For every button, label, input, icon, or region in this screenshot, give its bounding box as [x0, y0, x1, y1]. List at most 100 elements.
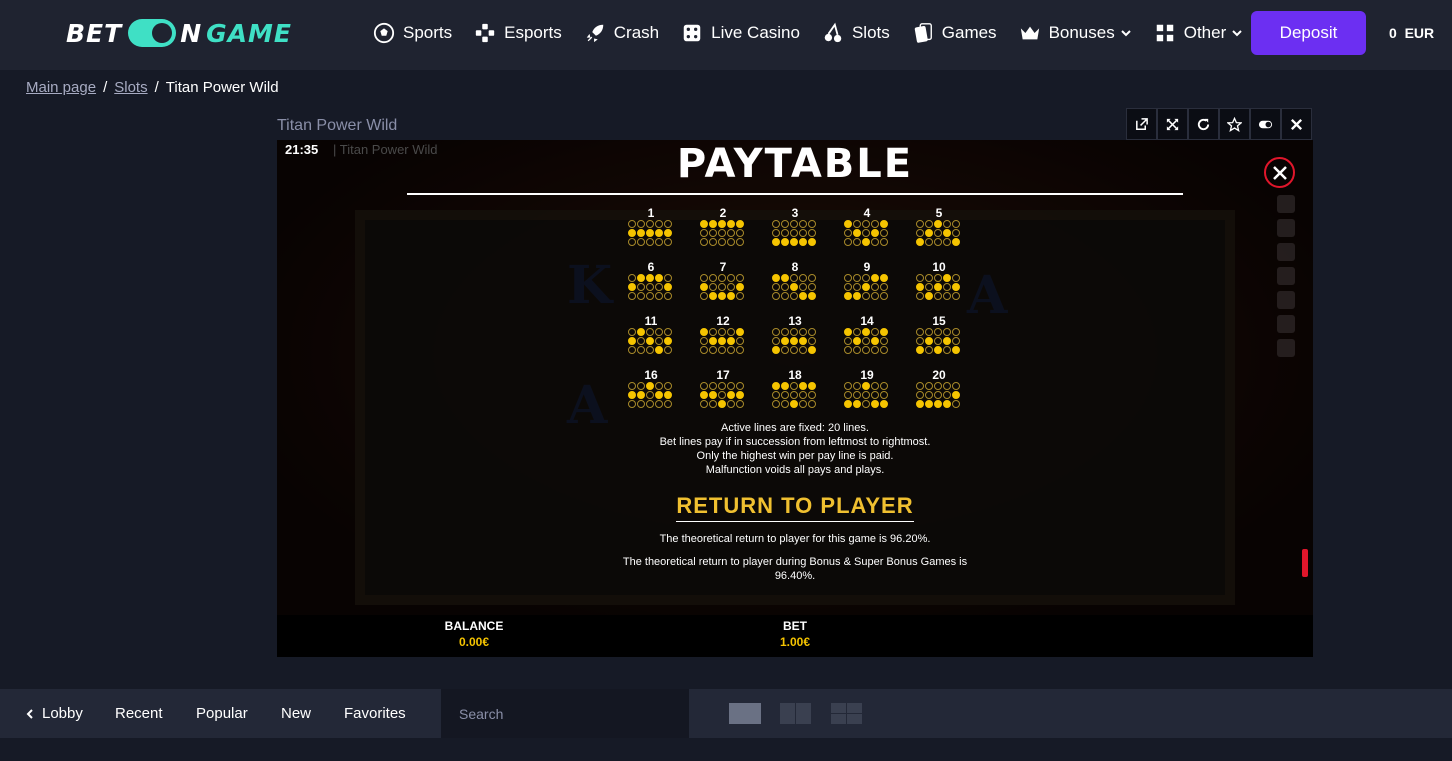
payline-dot: [772, 346, 780, 354]
payline-dot: [916, 382, 924, 390]
payline-dot: [871, 292, 879, 300]
payline-dot: [934, 283, 942, 291]
payline-19: 19: [842, 368, 892, 412]
payline-dot: [655, 220, 663, 228]
payline-dot: [781, 337, 789, 345]
payline-7: 7: [698, 260, 748, 304]
close-paytable-button[interactable]: [1264, 157, 1295, 188]
payline-dot: [880, 346, 888, 354]
payline-dot: [700, 220, 708, 228]
game-side-icon[interactable]: [1277, 219, 1295, 237]
nav-esports[interactable]: Esports: [474, 22, 562, 44]
logo-text-game: GAME: [206, 18, 292, 48]
nav-other[interactable]: Other: [1154, 22, 1244, 44]
payline-dot: [736, 382, 744, 390]
payline-dot: [871, 346, 879, 354]
payline-dot: [925, 346, 933, 354]
payline-dot: [853, 346, 861, 354]
payline-dot: [664, 382, 672, 390]
info-line: Only the highest win per pay line is pai…: [696, 450, 894, 462]
payline-dot: [736, 292, 744, 300]
payline-dot: [916, 229, 924, 237]
payline-13: 13: [770, 314, 820, 358]
reload-button[interactable]: [1188, 108, 1219, 140]
brand-logo[interactable]: BET N GAME: [66, 18, 292, 48]
rtp-bonus-text: The theoretical return to player during …: [622, 556, 968, 582]
payline-dot: [727, 274, 735, 282]
scroll-indicator[interactable]: [1302, 549, 1308, 577]
payline-dot: [727, 391, 735, 399]
game-side-icon[interactable]: [1277, 195, 1295, 213]
tab-popular[interactable]: Popular: [196, 705, 248, 722]
layout-cell: [796, 703, 811, 724]
light-toggle-button[interactable]: [1250, 108, 1281, 140]
payline-number: 5: [935, 206, 943, 220]
game-side-icon[interactable]: [1277, 243, 1295, 261]
nav-sports[interactable]: Sports: [373, 22, 452, 44]
nav-slots[interactable]: Slots: [822, 22, 890, 44]
close-game-button[interactable]: [1281, 108, 1312, 140]
nav-label: Sports: [403, 23, 453, 42]
payline-dot: [637, 274, 645, 282]
nav-games[interactable]: Games: [912, 22, 997, 44]
nav-crash[interactable]: Crash: [584, 22, 659, 44]
tab-favorites[interactable]: Favorites: [344, 705, 406, 722]
open-new-window-button[interactable]: [1126, 108, 1157, 140]
payline-dot: [718, 400, 726, 408]
payline-dot: [871, 229, 879, 237]
payline-dot: [853, 274, 861, 282]
payline-dot: [925, 391, 933, 399]
payline-dot: [655, 382, 663, 390]
payline-dot: [808, 292, 816, 300]
breadcrumb-home[interactable]: Main page: [26, 79, 96, 96]
payline-dot: [781, 391, 789, 399]
payline-4: 4: [842, 206, 892, 250]
payline-number: 2: [719, 206, 727, 220]
layout-cell: [847, 714, 862, 724]
tab-new[interactable]: New: [281, 705, 311, 722]
payline-dot: [781, 220, 789, 228]
close-icon: [1290, 118, 1303, 130]
payline-dot: [718, 274, 726, 282]
game-frame[interactable]: K A A 21:35 | Titan Power Wild PAYTABLE …: [277, 140, 1313, 657]
payline-dot: [709, 382, 717, 390]
payline-dot: [628, 283, 636, 291]
game-bet[interactable]: BET 1.00€: [745, 619, 845, 649]
payline-dot: [646, 346, 654, 354]
payline-dot: [934, 346, 942, 354]
payline-dot: [781, 238, 789, 246]
favorite-button[interactable]: [1219, 108, 1250, 140]
layout-double-button[interactable]: [780, 703, 812, 724]
nav-live-casino[interactable]: Live Casino: [681, 22, 800, 44]
lobby-button[interactable]: Lobby: [24, 705, 83, 722]
game-side-icon[interactable]: [1277, 291, 1295, 309]
payline-dot: [952, 238, 960, 246]
payline-dot: [943, 220, 951, 228]
payline-dot: [952, 382, 960, 390]
payline-dot: [871, 328, 879, 336]
payline-dot: [718, 382, 726, 390]
header-balance[interactable]: 0 EUR: [1389, 25, 1434, 41]
search-input[interactable]: [441, 689, 689, 738]
layout-single-button[interactable]: [729, 703, 761, 724]
game-side-icon[interactable]: [1277, 315, 1295, 333]
payline-11: 11: [626, 314, 676, 358]
nav-bonuses[interactable]: Bonuses: [1019, 22, 1132, 44]
payline-dot: [853, 400, 861, 408]
layout-quad-button[interactable]: [831, 703, 863, 724]
payline-dot: [880, 337, 888, 345]
payline-dot: [655, 274, 663, 282]
payline-dot: [925, 274, 933, 282]
deposit-button[interactable]: Deposit: [1251, 11, 1366, 55]
payline-dot: [700, 391, 708, 399]
fullscreen-button[interactable]: [1157, 108, 1188, 140]
game-side-icon[interactable]: [1277, 339, 1295, 357]
payline-number: 18: [788, 368, 802, 382]
breadcrumb-slots[interactable]: Slots: [114, 79, 147, 96]
layout-cell: [729, 703, 761, 724]
tab-recent[interactable]: Recent: [115, 705, 163, 722]
game-side-icon[interactable]: [1277, 267, 1295, 285]
payline-dot: [799, 391, 807, 399]
payline-dot: [700, 274, 708, 282]
cards-icon: [914, 23, 932, 43]
